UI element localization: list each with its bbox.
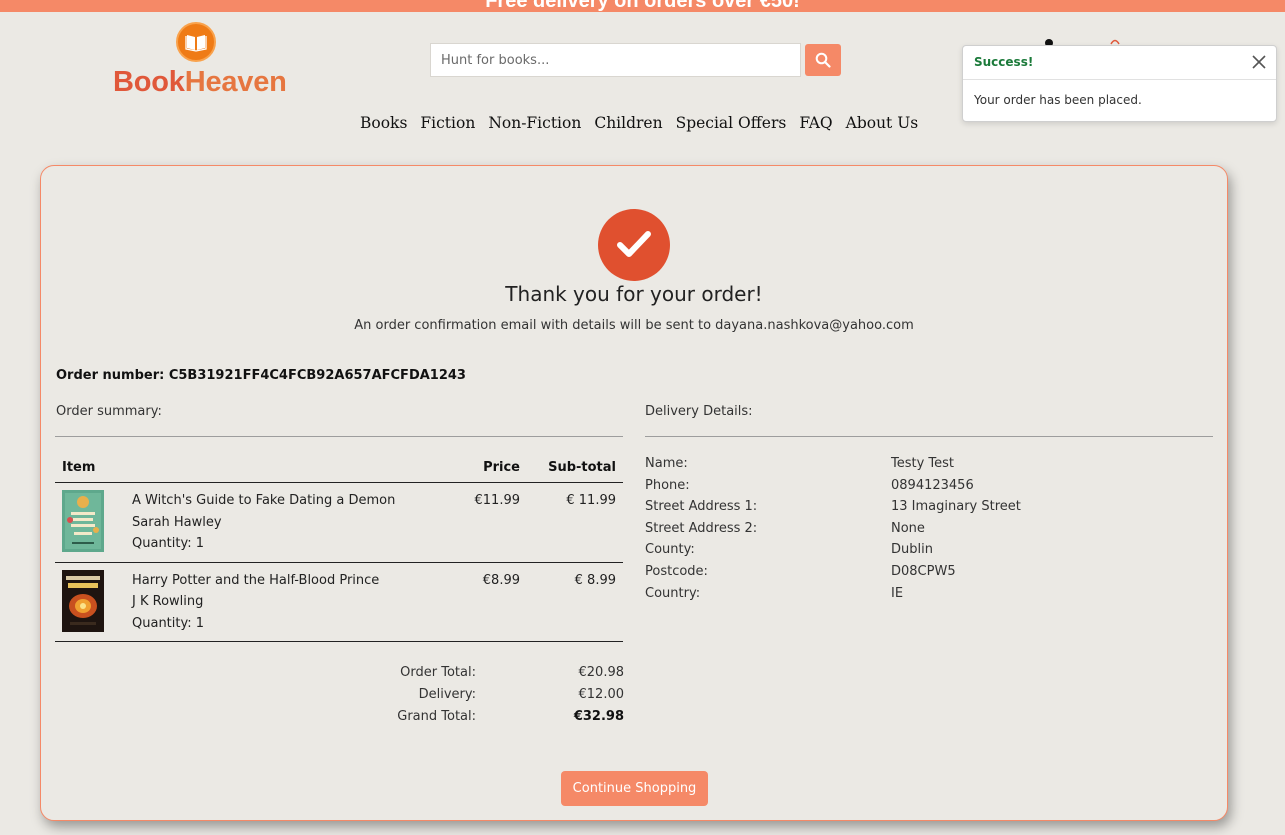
promo-banner-text: Free delivery on orders over €50! (485, 0, 800, 12)
order-totals: Order Total: €20.98 Delivery: €12.00 Gra… (396, 662, 624, 728)
check-icon (598, 209, 670, 281)
continue-shopping-button[interactable]: Continue Shopping (561, 771, 708, 806)
delivery-row-county: County: Dublin (645, 539, 1021, 561)
email-confirmation-note: An order confirmation email with details… (354, 318, 914, 333)
grand-total-label: Grand Total: (397, 709, 476, 724)
brand-name-part1: Book (113, 66, 185, 98)
order-confirmation-card: Thank you for your order! An order confi… (40, 165, 1228, 821)
item-price: €8.99 (447, 562, 527, 642)
order-number-value: C5B31921FF4C4FCB92A657AFCFDA1243 (168, 368, 466, 383)
promo-banner: Free delivery on orders over €50! (0, 0, 1285, 12)
search-button[interactable] (805, 44, 841, 76)
delivery-details-label: Delivery Details: (645, 404, 753, 419)
delivery-field-label: Phone: (645, 477, 690, 493)
delivery-field-value: Testy Test (891, 456, 955, 471)
book-cover-witchs-guide[interactable] (62, 490, 104, 552)
delivery-cost-row: Delivery: €12.00 (396, 684, 624, 706)
nav-faq[interactable]: FAQ (799, 114, 832, 132)
delivery-field-label: Country: (645, 585, 701, 601)
table-header-row: Item Price Sub-total (55, 454, 623, 483)
delivery-row-street-2: Street Address 2: None (645, 518, 1021, 540)
grand-total-value: €32.98 (573, 709, 624, 724)
item-quantity: Quantity: 1 (132, 615, 205, 631)
delivery-field-label: Postcode: (645, 563, 708, 579)
col-item: Item (55, 454, 447, 483)
table-row: A Witch's Guide to Fake Dating a Demon S… (55, 482, 623, 563)
item-details: A Witch's Guide to Fake Dating a Demon S… (125, 482, 447, 563)
order-number: Order number: C5B31921FF4C4FCB92A657AFCF… (56, 368, 466, 383)
delivery-row-street-1: Street Address 1: 13 Imaginary Street (645, 496, 1021, 518)
order-total-value: €20.98 (578, 665, 625, 680)
item-cover-cell (55, 562, 125, 642)
nav-fiction[interactable]: Fiction (420, 114, 475, 132)
delivery-row-name: Name: Testy Test (645, 453, 1021, 475)
nav-non-fiction[interactable]: Non-Fiction (488, 114, 581, 132)
order-summary-label: Order summary: (56, 404, 162, 419)
item-details: Harry Potter and the Half-Blood Prince J… (125, 562, 447, 642)
brand-logo[interactable]: BookHeaven (112, 22, 287, 100)
item-title[interactable]: Harry Potter and the Half-Blood Prince (132, 570, 440, 592)
delivery-divider (645, 436, 1213, 437)
table-row: Harry Potter and the Half-Blood Prince J… (55, 562, 623, 642)
delivery-field-label: Street Address 1: (645, 499, 758, 515)
page-title: Thank you for your order! (505, 282, 763, 306)
delivery-field-label: County: (645, 542, 695, 558)
nav-about-us[interactable]: About Us (846, 114, 919, 132)
brand-name: BookHeaven (113, 66, 287, 99)
item-subtotal: € 11.99 (527, 482, 623, 563)
delivery-details: Name: Testy Test Phone: 0894123456 Stree… (645, 453, 1021, 604)
order-total-label: Order Total: (400, 665, 476, 680)
close-icon[interactable] (1250, 53, 1268, 71)
col-subtotal: Sub-total (527, 454, 623, 483)
item-author: Sarah Hawley (132, 514, 222, 530)
delivery-field-value: D08CPW5 (891, 563, 956, 579)
delivery-field-value: 13 Imaginary Street (891, 499, 1021, 515)
success-toast: Success! Your order has been placed. (962, 45, 1277, 122)
search-icon (815, 52, 831, 68)
nav-special-offers[interactable]: Special Offers (676, 114, 787, 132)
item-subtotal: € 8.99 (527, 562, 623, 642)
book-icon (176, 22, 216, 62)
toast-title: Success! (974, 55, 1034, 69)
delivery-row-phone: Phone: 0894123456 (645, 475, 1021, 497)
item-cover-cell (55, 482, 125, 563)
delivery-cost-label: Delivery: (418, 687, 476, 702)
item-quantity: Quantity: 1 (132, 536, 205, 551)
brand-name-part2: Heaven (184, 66, 287, 98)
delivery-field-value: Dublin (891, 542, 933, 558)
delivery-row-postcode: Postcode: D08CPW5 (645, 561, 1021, 583)
delivery-field-value: IE (891, 585, 904, 601)
item-price: €11.99 (447, 482, 527, 563)
order-items-table: Item Price Sub-total A Witch's Guide to … (55, 454, 623, 642)
order-number-label: Order number: (56, 368, 165, 383)
delivery-cost-value: €12.00 (578, 687, 625, 702)
delivery-field-value: 0894123456 (891, 477, 974, 493)
delivery-field-label: Street Address 2: (645, 520, 758, 536)
delivery-row-country: Country: IE (645, 583, 1021, 605)
grand-total-row: Grand Total: €32.98 (396, 706, 624, 728)
item-title[interactable]: A Witch's Guide to Fake Dating a Demon (132, 490, 440, 512)
search-input[interactable] (430, 43, 801, 77)
delivery-field-label: Name: (645, 456, 688, 471)
nav-children[interactable]: Children (594, 114, 662, 132)
toast-header: Success! (963, 46, 1276, 80)
book-cover-half-blood-prince[interactable] (62, 569, 104, 632)
delivery-field-value: None (891, 520, 925, 536)
toast-message: Your order has been placed. (974, 93, 1142, 107)
col-price: Price (447, 454, 527, 483)
item-author: J K Rowling (132, 594, 204, 609)
summary-divider (55, 436, 623, 437)
order-total-row: Order Total: €20.98 (396, 662, 624, 684)
nav-books[interactable]: Books (360, 114, 407, 132)
main-nav: Books Fiction Non-Fiction Children Speci… (360, 114, 931, 132)
